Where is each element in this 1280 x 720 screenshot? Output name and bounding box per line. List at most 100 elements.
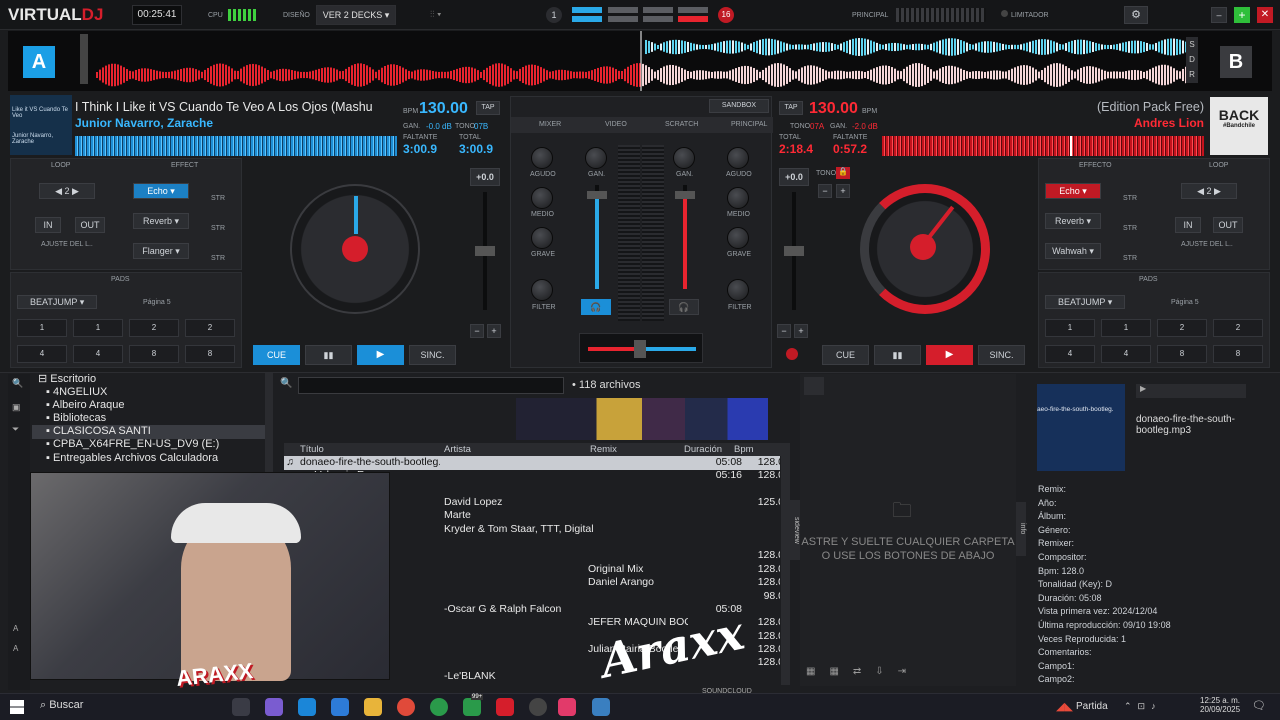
tab-principal[interactable]: PRINCIPAL [731, 121, 767, 128]
crossfader[interactable] [579, 333, 703, 363]
deck-b-pitch-slider[interactable] [784, 192, 804, 310]
minimize-button[interactable]: – [1211, 7, 1227, 23]
deck-b-pause-button[interactable]: ▮▮ [874, 345, 921, 365]
col-duration[interactable]: Duración [684, 444, 722, 455]
filter-side-icon[interactable]: ⏷ [12, 424, 19, 435]
tree-scrollbar[interactable] [265, 373, 273, 473]
deck-b-pad-mode[interactable]: BEATJUMP ▾ [1045, 295, 1125, 309]
deck-b-letter[interactable]: B [1220, 46, 1252, 78]
deck-b-pad[interactable]: 8 [1213, 345, 1263, 363]
chrome-icon[interactable] [397, 698, 415, 716]
deck-a-fx3-select[interactable]: Flanger ▾ [133, 243, 189, 259]
app-icon-2[interactable] [592, 698, 610, 716]
task-view-icon[interactable] [232, 698, 250, 716]
deck-b-fx2-select[interactable]: Reverb ▾ [1045, 213, 1101, 229]
search-input[interactable] [298, 377, 564, 394]
sideview-toolbar-icons[interactable]: ▦▦⇄⇩⇥ [806, 666, 946, 682]
taskbar-clock[interactable]: 12:25 a. m. 20/09/2025 [1200, 696, 1240, 714]
deck-b-pad[interactable]: 1 [1045, 319, 1095, 337]
cover-flow[interactable] [516, 398, 768, 440]
col-bpm[interactable]: Bpm [734, 444, 754, 455]
tree-item[interactable]: ▪ Bibliotecas [46, 412, 106, 426]
layout-select[interactable]: VER 2 DECKS ▾ [316, 5, 396, 25]
sideview-tab[interactable]: sideview [790, 500, 800, 560]
deck-b-key-minus[interactable]: − [818, 184, 832, 198]
col-title[interactable]: Título [300, 444, 324, 455]
deck-a-pad[interactable]: 8 [185, 345, 235, 363]
deck-a-pitch-minus[interactable]: − [470, 324, 484, 338]
app-icon[interactable] [558, 698, 576, 716]
tab-scratch[interactable]: SCRATCH [665, 121, 698, 128]
deck-b-pitch-plus[interactable]: + [794, 324, 808, 338]
maximize-button[interactable]: + [1234, 7, 1250, 23]
deck-b-volume-fader[interactable] [675, 185, 695, 289]
store-icon[interactable] [331, 698, 349, 716]
info-tab[interactable]: info [1016, 502, 1026, 556]
scrolling-waveform[interactable]: A SDR B [8, 31, 1272, 91]
info-preview-player[interactable]: ▶ [1136, 384, 1246, 398]
deck-a-pad[interactable]: 4 [73, 345, 123, 363]
deck-b-jogwheel[interactable] [860, 184, 990, 314]
deck-a-fx1-select[interactable]: Echo ▾ [133, 183, 189, 199]
deck-b-record-icon[interactable] [786, 348, 798, 360]
deck-a-pitch-plus[interactable]: + [487, 324, 501, 338]
tracklist-scrollbar[interactable] [781, 443, 790, 685]
deck-a-gain-knob[interactable] [585, 147, 607, 169]
copilot-icon[interactable] [265, 698, 283, 716]
deck-b-keylock-icon[interactable]: 🔒 [836, 167, 850, 179]
search-side-icon[interactable]: 🔍 [12, 378, 23, 389]
deck-b-loop-in[interactable]: IN [1175, 217, 1201, 233]
whatsapp-icon[interactable]: 99+ [463, 694, 484, 716]
deck-b-pitch-minus[interactable]: − [777, 324, 791, 338]
deck-a-pitch-slider[interactable] [475, 192, 495, 310]
deck-b-cue-button[interactable]: CUE [822, 345, 869, 365]
tree-item[interactable]: ▪ 4NGELIUX [46, 386, 107, 400]
deck-a-high-knob[interactable] [531, 147, 553, 169]
deck-b-headphone-icon[interactable]: 🎧 [669, 299, 699, 315]
font-size-small-icon[interactable]: A [13, 644, 18, 653]
obs-icon[interactable] [529, 698, 547, 716]
deck-b-gain-knob[interactable] [673, 147, 695, 169]
deck-b-filter-knob[interactable] [727, 279, 749, 301]
explorer-icon[interactable] [364, 698, 382, 716]
tree-item[interactable]: ▪ CPBA_X64FRE_EN-US_DV9 (E:) [46, 438, 219, 452]
taskbar-search[interactable]: ⌕ Buscar [40, 699, 83, 712]
edge-icon[interactable] [298, 698, 316, 716]
notification-icon[interactable]: 🗨 [1252, 699, 1266, 712]
deck-a-loop-in[interactable]: IN [35, 217, 61, 233]
deck-b-pad[interactable]: 1 [1101, 319, 1151, 337]
deck-a-pad[interactable]: 2 [185, 319, 235, 337]
deck-b-key-plus[interactable]: + [836, 184, 850, 198]
deck-b-fx1-select[interactable]: Echo ▾ [1045, 183, 1101, 199]
deck-b-pad[interactable]: 8 [1157, 345, 1207, 363]
tree-item[interactable]: ▪ Entregables Archivos Calculadora [46, 452, 218, 466]
deck-b-overview[interactable] [882, 136, 1204, 156]
deck-a-scroll[interactable] [80, 34, 88, 84]
col-artist[interactable]: Artista [444, 444, 471, 455]
deck-a-pad[interactable]: 1 [73, 319, 123, 337]
deck-a-jogwheel[interactable] [290, 184, 420, 314]
windows-start-icon[interactable] [10, 700, 24, 714]
deck-a-sync-button[interactable]: SINC. [409, 345, 456, 365]
deck-a-low-knob[interactable] [531, 227, 553, 249]
tree-item-selected[interactable]: ▪ CLASICOSA SANTI [32, 425, 266, 439]
deck-a-pad-mode[interactable]: BEATJUMP ▾ [17, 295, 97, 309]
chrome-profile-icon[interactable] [430, 698, 448, 716]
tree-item[interactable]: ⊟ Escritorio [38, 373, 96, 387]
deck-b-fx3-select[interactable]: Wahwah ▾ [1045, 243, 1101, 259]
deck-left-indicator[interactable]: 1 [546, 7, 562, 23]
weather-text[interactable]: Partida [1076, 701, 1108, 712]
deck-b-low-knob[interactable] [727, 227, 749, 249]
deck-a-mid-knob[interactable] [531, 187, 553, 209]
deck-b-pad[interactable]: 2 [1213, 319, 1263, 337]
deck-b-sync-button[interactable]: SINC. [978, 345, 1025, 365]
sandbox-button[interactable]: SANDBOX [709, 99, 769, 113]
tab-mixer[interactable]: MIXER [539, 121, 561, 128]
deck-a-pad[interactable]: 1 [17, 319, 67, 337]
waveform-mode-buttons[interactable]: SDR [1186, 37, 1198, 83]
deck-b-pad[interactable]: 4 [1101, 345, 1151, 363]
track-row-selected[interactable]: donaeo-fire-the-south-bootleg.mp3 05:08 12… [284, 456, 780, 470]
deck-a-pad[interactable]: 4 [17, 345, 67, 363]
settings-gear-icon[interactable]: ⚙ [1124, 6, 1148, 24]
font-size-icon[interactable]: A [13, 624, 18, 633]
